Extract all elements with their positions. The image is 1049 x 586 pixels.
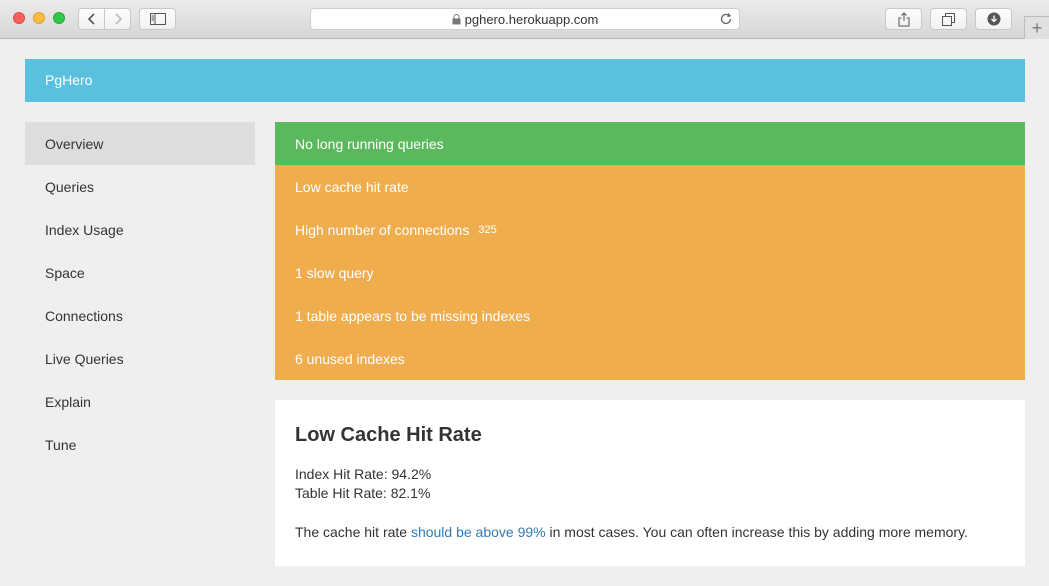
zoom-window-button[interactable] bbox=[53, 12, 65, 24]
alert-connections[interactable]: High number of connections 325 bbox=[275, 208, 1025, 251]
tabs-overview-button[interactable] bbox=[930, 8, 967, 30]
alert-missing-indexes[interactable]: 1 table appears to be missing indexes bbox=[275, 294, 1025, 337]
sidebar-item-queries[interactable]: Queries bbox=[25, 165, 255, 208]
sidebar: Overview Queries Index Usage Space Conne… bbox=[25, 122, 255, 466]
lock-icon bbox=[452, 13, 461, 24]
sidebar-item-live-queries[interactable]: Live Queries bbox=[25, 337, 255, 380]
connections-count-badge: 325 bbox=[478, 224, 497, 236]
advice-suffix: in most cases. You can often increase th… bbox=[545, 524, 968, 540]
alert-cache-hit-rate[interactable]: Low cache hit rate bbox=[275, 165, 1025, 208]
downloads-button[interactable] bbox=[975, 8, 1012, 30]
alert-long-running-queries: No long running queries bbox=[275, 122, 1025, 165]
address-bar[interactable]: pghero.herokuapp.com bbox=[310, 8, 740, 30]
sidebar-toggle-button[interactable] bbox=[139, 8, 176, 30]
forward-button[interactable] bbox=[104, 8, 131, 30]
sidebar-item-overview[interactable]: Overview bbox=[25, 122, 255, 165]
download-icon bbox=[987, 12, 1000, 26]
reload-icon[interactable] bbox=[719, 12, 733, 26]
panel-title: Low Cache Hit Rate bbox=[295, 424, 482, 446]
cache-advice: The cache hit rate should be above 99% i… bbox=[295, 523, 1005, 542]
sidebar-item-tune[interactable]: Tune bbox=[25, 423, 255, 466]
alert-slow-query[interactable]: 1 slow query bbox=[275, 251, 1025, 294]
new-tab-button[interactable]: + bbox=[1024, 16, 1049, 39]
alert-unused-indexes[interactable]: 6 unused indexes bbox=[275, 337, 1025, 380]
close-window-button[interactable] bbox=[13, 12, 25, 24]
cache-threshold-link[interactable]: should be above 99% bbox=[411, 524, 546, 540]
back-button[interactable] bbox=[78, 8, 105, 30]
alert-text: 1 slow query bbox=[295, 264, 374, 281]
chevron-left-icon bbox=[87, 13, 95, 25]
url-text: pghero.herokuapp.com bbox=[464, 11, 599, 27]
sidebar-icon bbox=[149, 13, 166, 25]
sidebar-item-explain[interactable]: Explain bbox=[25, 380, 255, 423]
alert-text: Low cache hit rate bbox=[295, 178, 409, 195]
chevron-right-icon bbox=[114, 13, 122, 25]
alert-text: No long running queries bbox=[295, 135, 444, 152]
alert-text: 1 table appears to be missing indexes bbox=[295, 307, 531, 324]
index-hit-rate: Index Hit Rate: 94.2% bbox=[295, 466, 432, 482]
alert-text: High number of connections bbox=[295, 221, 470, 238]
plus-icon: + bbox=[1031, 17, 1043, 38]
brand-link[interactable]: PgHero bbox=[45, 72, 92, 88]
alert-text: 6 unused indexes bbox=[295, 350, 405, 367]
tabs-icon bbox=[942, 12, 955, 26]
sidebar-item-index-usage[interactable]: Index Usage bbox=[25, 208, 255, 251]
share-button[interactable] bbox=[885, 8, 922, 30]
navbar: PgHero bbox=[25, 59, 1025, 102]
advice-prefix: The cache hit rate bbox=[295, 524, 411, 540]
health-alerts: No long running queries Low cache hit ra… bbox=[275, 122, 1025, 380]
browser-toolbar: pghero.herokuapp.com + bbox=[0, 0, 1049, 39]
sidebar-item-connections[interactable]: Connections bbox=[25, 294, 255, 337]
table-hit-rate: Table Hit Rate: 82.1% bbox=[295, 485, 431, 501]
minimize-window-button[interactable] bbox=[33, 12, 45, 24]
share-icon bbox=[898, 11, 909, 26]
cache-hit-rate-panel: Low Cache Hit Rate Index Hit Rate: 94.2%… bbox=[275, 400, 1025, 566]
sidebar-item-space[interactable]: Space bbox=[25, 251, 255, 294]
